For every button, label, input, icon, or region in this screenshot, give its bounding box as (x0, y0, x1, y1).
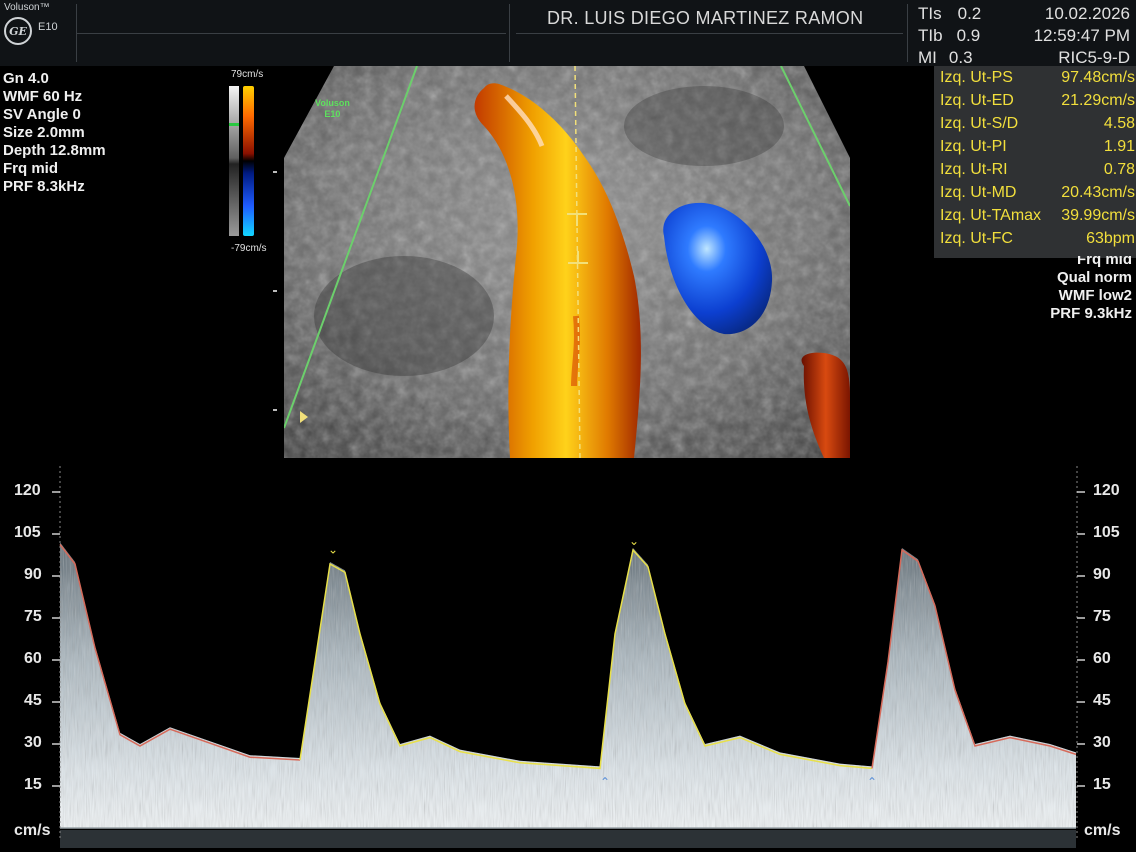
velocity-label-right: 30 (1093, 734, 1111, 751)
cycle-marker-icon: ⌃ (867, 775, 877, 789)
baseline-noise-band (60, 830, 1076, 848)
color-velocity-bar (243, 86, 254, 236)
velocity-label-right: 45 (1093, 692, 1111, 709)
header-divider (516, 33, 903, 34)
measurement-row: Izq. Ut-PS 97.48cm/s (940, 69, 1136, 92)
param-prf: PRF 8.3kHz (3, 178, 85, 195)
colorbar-top-label: 79cm/s (231, 69, 264, 80)
measurement-value: 0.78 (1103, 161, 1135, 178)
grayscale-bar (229, 86, 239, 236)
velocity-label-left: 90 (24, 566, 42, 583)
velocity-label-left: 60 (24, 650, 42, 667)
param-wmf: WMF 60 Hz (3, 88, 83, 105)
param-prf: PRF 9.3kHz (1050, 305, 1132, 322)
color-doppler-image (284, 66, 850, 458)
param-depth: Depth 12.8mm (3, 142, 106, 159)
measurement-row: Izq. Ut-FC 63bpm (940, 230, 1136, 253)
param-sv-angle: SV Angle 0 (3, 106, 81, 123)
cycle-marker-icon: ⌄ (629, 534, 639, 548)
datetime-block: 10.02.2026 12:59:47 PM RIC5-9-D (1034, 3, 1130, 69)
measurement-label: Izq. Ut-TAmax (940, 207, 1042, 224)
date-label: 10.02.2026 (1044, 4, 1130, 23)
velocity-label-left: 75 (24, 608, 42, 625)
measurement-label: Izq. Ut-ED (940, 92, 1014, 109)
velocity-label-left: 105 (14, 524, 41, 541)
left-params: Gn 4.0 WMF 60 Hz SV Angle 0 Size 2.0mm D… (3, 70, 106, 196)
right-params: Frq mid Qual norm WMF low2 PRF 9.3kHz (1050, 256, 1132, 323)
image-watermark: Voluson E10 (315, 98, 350, 120)
model-label: E10 (38, 21, 58, 33)
velocity-label-right: 120 (1093, 482, 1120, 499)
measurement-label: Izq. Ut-PI (940, 138, 1007, 155)
watermark-line: E10 (324, 109, 341, 119)
measurement-value: 4.58 (1103, 115, 1135, 132)
ge-logo-icon: GE (4, 17, 32, 45)
index-value: 0.2 (957, 4, 982, 23)
measurement-panel: Izq. Ut-PS 97.48cm/s Izq. Ut-ED 21.29cm/s … (934, 66, 1136, 258)
header-bar: Voluson™ GE E10 DR. LUIS DIEGO MARTINEZ … (0, 0, 1136, 69)
index-label: TIs (918, 4, 942, 23)
colorbar-baseline-marker (229, 123, 239, 126)
colorbar-bottom-label: -79cm/s (231, 243, 267, 254)
measurement-row: Izq. Ut-ED 21.29cm/s (940, 92, 1136, 115)
velocity-label-right: 90 (1093, 566, 1111, 583)
velocity-label-right: 60 (1093, 650, 1111, 667)
param-size: Size 2.0mm (3, 124, 85, 141)
param-frequency: Frq mid (1077, 256, 1132, 268)
velocity-label-left: 45 (24, 692, 42, 709)
measurement-value: 39.99cm/s (1061, 207, 1135, 224)
measurement-label: Izq. Ut-FC (940, 230, 1013, 247)
depth-tick (273, 171, 277, 173)
index-tib: TIb 0.9 (918, 25, 981, 47)
unit-label-left: cm/s (14, 822, 51, 839)
doctor-name: DR. LUIS DIEGO MARTINEZ RAMON (547, 8, 864, 28)
cycle-marker-icon: ⌃ (600, 775, 610, 789)
brand-label: Voluson™ (4, 2, 50, 13)
measurement-row: Izq. Ut-PI 1.91 (940, 138, 1136, 161)
param-wmf: WMF low2 (1058, 287, 1132, 304)
velocity-label-left: 30 (24, 734, 42, 751)
measurement-label: Izq. Ut-MD (940, 184, 1017, 201)
depth-tick (273, 409, 277, 411)
unit-label-right: cm/s (1084, 822, 1121, 839)
index-value: 0.9 (956, 26, 981, 45)
watermark-line: Voluson (315, 98, 350, 108)
measurement-value: 97.48cm/s (1061, 69, 1135, 86)
velocity-label-right: 15 (1093, 776, 1111, 793)
velocity-label-right: 75 (1093, 608, 1111, 625)
index-tis: TIs 0.2 (918, 3, 981, 25)
param-gain: Gn 4.0 (3, 70, 49, 87)
measurement-row: Izq. Ut-MD 20.43cm/s (940, 184, 1136, 207)
param-quality: Qual norm (1056, 269, 1132, 286)
measurement-value: 63bpm (1086, 230, 1135, 247)
measurement-value: 21.29cm/s (1061, 92, 1135, 109)
header-separator (76, 4, 77, 62)
param-frequency: Frq mid (3, 160, 58, 177)
measurement-row: Izq. Ut-S/D 4.58 (940, 115, 1136, 138)
index-label: MI (918, 48, 937, 67)
measurement-value: 1.91 (1103, 138, 1135, 155)
header-separator (509, 4, 510, 62)
header-divider (76, 33, 506, 34)
measurement-row: Izq. Ut-RI 0.78 (940, 161, 1136, 184)
time-label: 12:59:47 PM (1033, 26, 1130, 45)
measurement-label: Izq. Ut-S/D (940, 115, 1019, 132)
depth-tick (273, 290, 277, 292)
spectral-doppler: ⌄ ⌄ ⌃ ⌃ (52, 466, 1085, 848)
measurement-label: Izq. Ut-RI (940, 161, 1008, 178)
measurement-label: Izq. Ut-PS (940, 69, 1013, 86)
measurement-row: Izq. Ut-TAmax 39.99cm/s (940, 207, 1136, 230)
header-separator (907, 4, 908, 62)
cycle-marker-icon: ⌄ (328, 543, 338, 557)
spectral-texture (60, 542, 1076, 828)
velocity-label-left: 120 (14, 482, 41, 499)
safety-indices: TIs 0.2 TIb 0.9 MI 0.3 (918, 3, 981, 69)
measurement-value: 20.43cm/s (1061, 184, 1135, 201)
velocity-label-right: 105 (1093, 524, 1120, 541)
index-value: 0.3 (948, 48, 973, 67)
velocity-label-left: 15 (24, 776, 42, 793)
index-label: TIb (918, 26, 943, 45)
